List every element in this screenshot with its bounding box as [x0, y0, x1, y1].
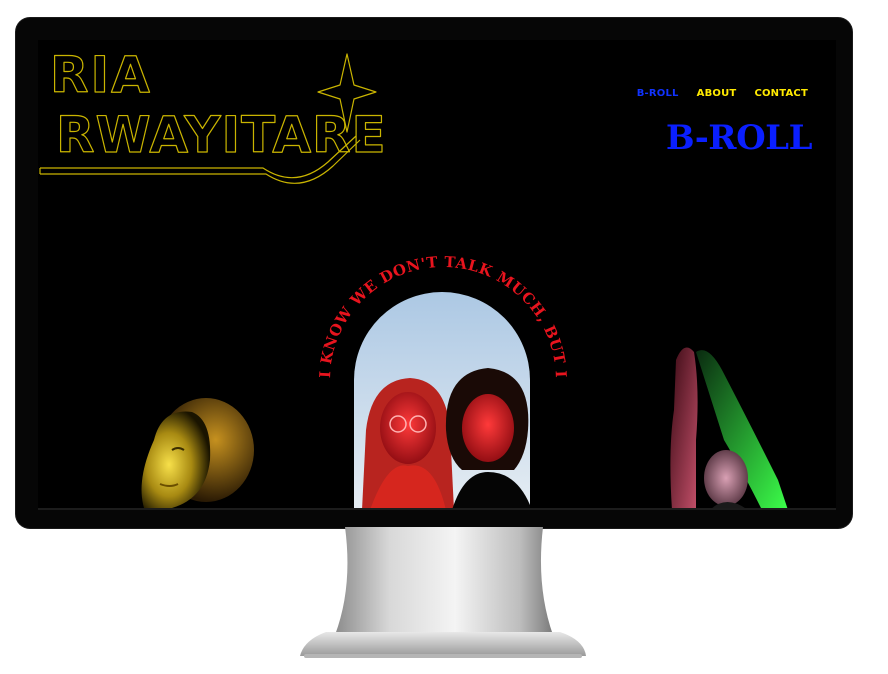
nav-link-about[interactable]: ABOUT — [697, 88, 737, 99]
monitor-stand — [335, 527, 553, 635]
photo-arch-duo[interactable] — [342, 280, 542, 510]
logo-line1: RIA — [50, 46, 152, 104]
divider — [38, 508, 836, 510]
nav-link-contact[interactable]: CONTACT — [754, 88, 808, 99]
page-title: B-ROLL — [665, 118, 813, 158]
top-navigation: B-ROLL ABOUT CONTACT — [637, 88, 808, 99]
logo-line2: RWAYITARE — [56, 106, 387, 164]
monitor-base — [300, 632, 586, 658]
browser-viewport: RIA RWAYITARE B-ROLL ABOUT CONTACT B-ROL… — [38, 40, 836, 510]
photo-neon-figure[interactable] — [638, 330, 788, 510]
monitor-bezel: RIA RWAYITARE B-ROLL ABOUT CONTACT B-ROL… — [16, 18, 852, 528]
nav-link-b-roll[interactable]: B-ROLL — [637, 88, 679, 99]
photo-yellow-portrait[interactable] — [114, 380, 254, 510]
site-logo[interactable]: RIA RWAYITARE — [38, 40, 598, 190]
